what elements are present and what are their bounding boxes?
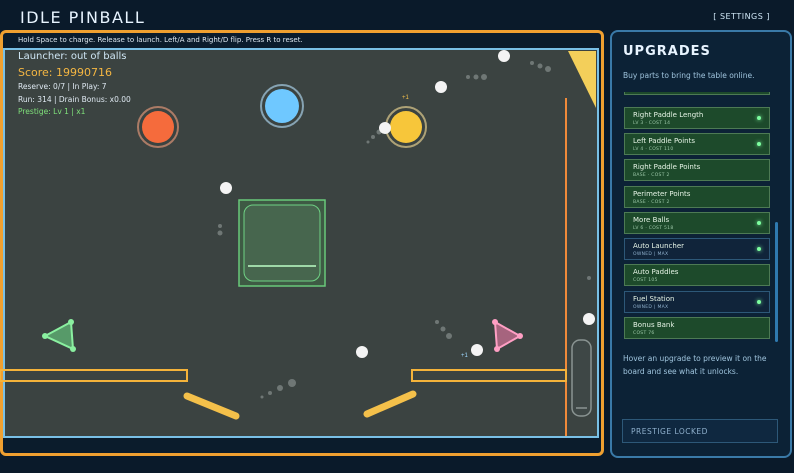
available-indicator-icon (757, 116, 761, 120)
upgrades-title: UPGRADES (623, 44, 711, 59)
upgrade-meta: OWNED | MAX (633, 252, 669, 257)
ball (379, 122, 391, 134)
upgrade-name: Perimeter Points (633, 190, 691, 198)
score-readout: Score: 19990716 (18, 66, 112, 79)
launcher-status: Launcher: out of balls (18, 51, 127, 62)
upgrade-meta: BASE · COST 2 (633, 173, 670, 178)
left-flipper (183, 392, 240, 420)
upgrade-item-fuel-station[interactable]: Fuel Station OWNED | MAX (624, 291, 770, 313)
upgrades-subtitle: Buy parts to bring the table online. (623, 71, 755, 80)
upgrade-item-auto-launcher[interactable]: Auto Launcher OWNED | MAX (624, 238, 770, 260)
owned-indicator-icon (757, 300, 761, 304)
score-popup: +1 (461, 353, 469, 359)
hover-hint: Hover an upgrade to preview it on the bo… (623, 354, 767, 376)
ball (220, 182, 232, 194)
upgrade-item-auto-paddles[interactable]: Auto Paddles COST 105 (624, 264, 770, 286)
upgrade-meta: BASE · COST 2 (633, 200, 670, 205)
bumper-yellow (385, 106, 427, 148)
run-info: Run: 314 | Drain Bonus: x0.00 (18, 94, 131, 104)
run-stats: Launcher: out of balls Score: 19990716 R… (18, 52, 131, 116)
upgrade-item-partial[interactable] (624, 92, 770, 95)
slingshot-right (492, 319, 523, 352)
left-inlane-guide (0, 369, 188, 382)
upgrade-name: Left Paddle Points (633, 137, 695, 145)
bumper-orange (137, 106, 179, 148)
upgrade-name: Fuel Station (633, 295, 675, 303)
upgrade-list[interactable]: Right Paddle Length LV 3 · COST 14 Left … (622, 92, 772, 342)
right-flipper (363, 390, 417, 418)
score-popup: +1 (402, 95, 410, 101)
upgrade-item-right-paddle-points[interactable]: Right Paddle Points BASE · COST 2 (624, 159, 770, 181)
upgrade-item-bonus-bank[interactable]: Bonus Bank COST 76 (624, 317, 770, 339)
ball (583, 313, 595, 325)
upgrade-name: Auto Launcher (633, 242, 685, 250)
slingshot-left (42, 319, 76, 352)
available-indicator-icon (757, 142, 761, 146)
upgrade-item-more-balls[interactable]: More Balls LV 6 · COST 518 (624, 212, 770, 234)
upgrade-list-scrollbar[interactable] (775, 222, 778, 342)
upgrade-item-perimeter-points[interactable]: Perimeter Points BASE · COST 2 (624, 186, 770, 208)
upgrade-name: Bonus Bank (633, 321, 675, 329)
top-right-corner-deflector (568, 51, 596, 108)
bumper-blue (260, 84, 304, 128)
upgrade-name: More Balls (633, 216, 670, 224)
ball (498, 50, 510, 62)
ball (471, 344, 483, 356)
upgrade-meta: COST 105 (633, 278, 658, 283)
available-indicator-icon (757, 221, 761, 225)
ball (435, 81, 447, 93)
prestige-level: Prestige: Lv 1 | x1 (18, 107, 86, 116)
center-target-block (238, 199, 326, 287)
upgrade-item-right-paddle-length[interactable]: Right Paddle Length LV 3 · COST 14 (624, 107, 770, 129)
upgrade-name: Auto Paddles (633, 268, 679, 276)
upgrade-item-left-paddle-points[interactable]: Left Paddle Points LV 4 · COST 110 (624, 133, 770, 155)
prestige-button[interactable]: PRESTIGE LOCKED (622, 419, 778, 443)
upgrade-meta: OWNED | MAX (633, 305, 669, 310)
ball (356, 346, 368, 358)
upgrade-meta: LV 3 · COST 14 (633, 121, 671, 126)
upgrade-meta: LV 6 · COST 518 (633, 226, 674, 231)
prestige-button-label: PRESTIGE LOCKED (631, 427, 708, 436)
ball-reserve: Reserve: 0/7 | In Play: 7 (18, 82, 107, 91)
upgrade-meta: LV 4 · COST 110 (633, 147, 674, 152)
upgrade-name: Right Paddle Points (633, 163, 701, 171)
right-inlane-guide (411, 369, 567, 382)
upgrade-name: Right Paddle Length (633, 111, 704, 119)
upgrade-meta: COST 76 (633, 331, 655, 336)
plunger (571, 339, 592, 417)
owned-indicator-icon (757, 247, 761, 251)
